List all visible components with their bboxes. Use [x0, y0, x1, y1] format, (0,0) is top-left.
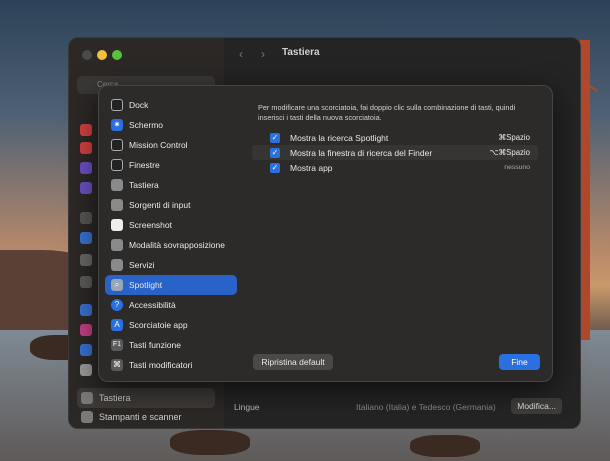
- screenshot-icon: [111, 219, 123, 231]
- screen-time-icon: [80, 182, 92, 194]
- category-label: Modalità sovrapposizione: [129, 240, 225, 250]
- notifications-icon: [80, 324, 92, 336]
- restore-defaults-button[interactable]: Ripristina default: [253, 354, 333, 370]
- zoom-button[interactable]: [112, 50, 122, 60]
- shortcuts-dialog: Dock ✷ Schermo Mission Control Finestre T…: [98, 85, 553, 382]
- category-overlay[interactable]: Modalità sovrapposizione: [105, 235, 237, 255]
- accessibility-icon: ?: [111, 299, 123, 311]
- shortcut-checkbox[interactable]: ✓: [270, 133, 280, 143]
- description-text: Per modificare una scorciatoia, fai dopp…: [258, 103, 516, 122]
- category-mission-control[interactable]: Mission Control: [105, 135, 237, 155]
- category-label: Servizi: [129, 260, 155, 270]
- category-label: Sorgenti di input: [129, 200, 191, 210]
- page-title: Tastiera: [282, 47, 320, 58]
- category-modifier-keys[interactable]: ⌘ Tasti modificatori: [105, 355, 237, 375]
- keyboard-icon: [81, 392, 93, 404]
- focus-mode-icon: [80, 162, 92, 174]
- category-label: Tasti modificatori: [129, 360, 193, 370]
- shortcut-row-spotlight[interactable]: ✓ Mostra la ricerca Spotlight ⌘Spazio: [252, 130, 538, 145]
- sidebar-item-label: Stampanti e scanner: [99, 412, 182, 422]
- minimize-button[interactable]: [97, 50, 107, 60]
- display-icon: ✷: [111, 119, 123, 131]
- category-app-shortcuts[interactable]: A Scorciatoie app: [105, 315, 237, 335]
- sound-icon: [80, 142, 92, 154]
- privacy-icon: [80, 232, 92, 244]
- shortcut-key[interactable]: ⌥⌘Spazio: [489, 148, 530, 157]
- shortcut-checkbox[interactable]: ✓: [270, 148, 280, 158]
- category-label: Spotlight: [129, 280, 163, 290]
- lock-icon: [80, 212, 92, 224]
- close-button[interactable]: [82, 50, 92, 60]
- function-keys-icon: F1: [111, 339, 123, 351]
- shortcut-checkbox[interactable]: ✓: [270, 163, 280, 173]
- mission-control-icon: [111, 139, 123, 151]
- sidebar-item-label: Tastiera: [99, 393, 131, 403]
- dock-icon: [111, 99, 123, 111]
- category-label: Accessibilità: [129, 300, 176, 310]
- desktop-icon: [80, 254, 92, 266]
- wallpaper-rock: [410, 435, 480, 457]
- display-icon: [80, 276, 92, 288]
- sidebar-item-keyboard[interactable]: Tastiera: [77, 388, 215, 408]
- category-windows[interactable]: Finestre: [105, 155, 237, 175]
- overlay-icon: [111, 239, 123, 251]
- category-label: Scorciatoie app: [129, 320, 188, 330]
- category-keyboard[interactable]: Tastiera: [105, 175, 237, 195]
- category-screenshot[interactable]: Screenshot: [105, 215, 237, 235]
- windows-icon: [111, 159, 123, 171]
- category-label: Finestre: [129, 160, 160, 170]
- category-label: Screenshot: [129, 220, 172, 230]
- category-function-keys[interactable]: F1 Tasti funzione: [105, 335, 237, 355]
- category-label: Mission Control: [129, 140, 188, 150]
- shortcut-row-show-apps[interactable]: ✓ Mostra app nessuno: [252, 160, 538, 175]
- wallpaper-icon: [80, 304, 92, 316]
- shortcut-key[interactable]: ⌘Spazio: [498, 133, 530, 142]
- printer-icon: [81, 411, 93, 423]
- category-label: Dock: [129, 100, 149, 110]
- category-services[interactable]: Servizi: [105, 255, 237, 275]
- forward-button[interactable]: ›: [254, 47, 272, 63]
- category-label: Tasti funzione: [129, 340, 181, 350]
- category-spotlight[interactable]: ⌕ Spotlight: [105, 275, 237, 295]
- keyboard-icon: [111, 179, 123, 191]
- wallet-icon: [80, 344, 92, 356]
- modifier-keys-icon: ⌘: [111, 359, 123, 371]
- languages-value: Italiano (Italia) e Tedesco (Germania): [356, 402, 496, 412]
- shortcut-label: Mostra app: [290, 163, 333, 173]
- category-label: Tastiera: [129, 180, 159, 190]
- category-dock[interactable]: Dock: [105, 95, 237, 115]
- services-icon: [111, 259, 123, 271]
- input-sources-icon: [111, 199, 123, 211]
- back-button[interactable]: ‹: [232, 47, 250, 63]
- app-shortcuts-icon: A: [111, 319, 123, 331]
- languages-row: Lingue Italiano (Italia) e Tedesco (Germ…: [234, 398, 564, 414]
- network-icon: [80, 364, 92, 376]
- edit-languages-button[interactable]: Modifica...: [511, 398, 562, 414]
- category-display[interactable]: ✷ Schermo: [105, 115, 237, 135]
- done-button[interactable]: Fine: [499, 354, 540, 370]
- shortcut-key[interactable]: nessuno: [504, 164, 530, 171]
- category-input-sources[interactable]: Sorgenti di input: [105, 195, 237, 215]
- wallpaper-rock: [170, 430, 250, 455]
- shortcut-label: Mostra la ricerca Spotlight: [290, 133, 389, 143]
- languages-label: Lingue: [234, 402, 260, 412]
- spotlight-icon: ⌕: [111, 279, 123, 291]
- sidebar-item-printers[interactable]: Stampanti e scanner: [77, 407, 215, 427]
- shortcut-row-finder-search[interactable]: ✓ Mostra la finestra di ricerca del Find…: [252, 145, 538, 160]
- shortcut-label: Mostra la finestra di ricerca del Finder: [290, 148, 433, 158]
- category-accessibility[interactable]: ? Accessibilità: [105, 295, 237, 315]
- focus-icon: [80, 124, 92, 136]
- category-label: Schermo: [129, 120, 164, 130]
